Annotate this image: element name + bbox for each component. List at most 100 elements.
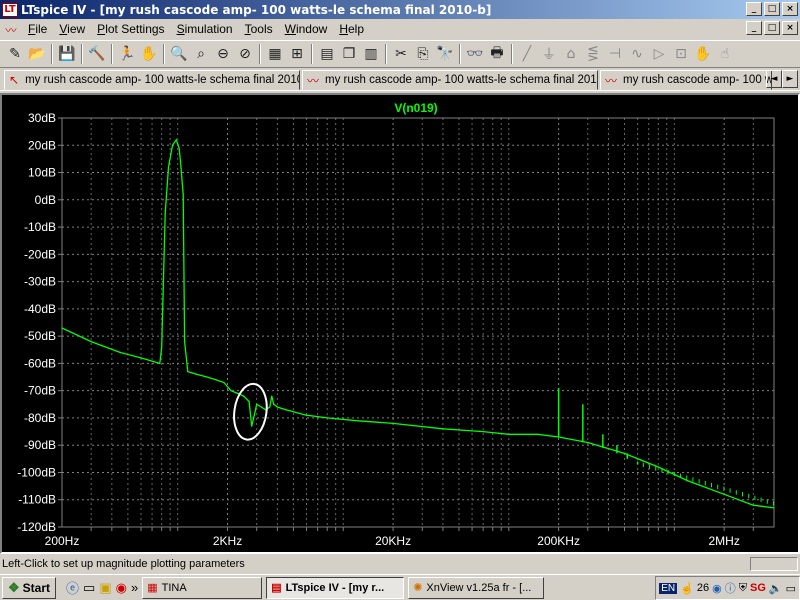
bode-plot[interactable]: 30dB 20dB 10dB 0dB -10dB -20dB -30dB -40dB -50dB…	[4, 97, 800, 554]
capacitor-icon[interactable]: ⊣	[604, 43, 626, 65]
open-icon[interactable]: 📂	[26, 43, 48, 65]
close-button[interactable]: ×	[782, 2, 798, 16]
doc-close-button[interactable]: ×	[782, 21, 798, 35]
trace-point	[206, 376, 208, 378]
trace-label-v-n019[interactable]: V(n019)	[394, 101, 437, 115]
minimize-button[interactable]: _	[746, 2, 762, 16]
print-icon[interactable]: 🖶	[486, 43, 508, 65]
tab-label: my rush cascode amp- 100 watts-le schema…	[25, 74, 300, 86]
trace-group	[61, 138, 775, 509]
resistor-icon[interactable]: ⋚	[582, 43, 604, 65]
new-schematic-icon[interactable]: ✎	[4, 43, 26, 65]
trace-point	[61, 327, 63, 329]
trace-point	[159, 362, 161, 364]
more-chevron-icon[interactable]: »	[131, 580, 138, 595]
print-preview-icon[interactable]: 👓	[464, 43, 486, 65]
taskbar-label: TINA	[161, 581, 187, 594]
zoom-in-icon[interactable]: 🔍	[168, 43, 190, 65]
tab-label: my rush cascode amp- 100 watts-le schema…	[325, 74, 598, 86]
control-panel-icon[interactable]: 🔨	[86, 43, 108, 65]
zoom-out-icon[interactable]: ⊖	[212, 43, 234, 65]
tab-schematic[interactable]: ↖ my rush cascode amp- 100 watts-le sche…	[4, 70, 300, 90]
menu-file[interactable]: File	[22, 22, 53, 36]
component-icon[interactable]: ⊡	[670, 43, 692, 65]
trace-point	[442, 428, 444, 430]
trace-point	[182, 193, 184, 195]
system-tray: EN ☝ 26 ◉ ⓘ ⛨ SG 🔈 ▭	[655, 576, 800, 600]
sg-indicator[interactable]: SG	[750, 582, 766, 594]
taskbar-ltspice[interactable]: ▤ LTspice IV - [my r...	[266, 576, 405, 599]
menu-simulation[interactable]: Simulation	[171, 22, 239, 36]
ltspice-app-icon[interactable]: LT	[2, 2, 18, 17]
media-icon[interactable]: ◉	[116, 580, 127, 596]
halt-icon[interactable]: ✋	[138, 43, 160, 65]
desktop-icon[interactable]: ▭	[83, 580, 95, 596]
menu-view[interactable]: View	[53, 22, 91, 36]
trace-point	[276, 406, 278, 408]
tile-vertical-icon[interactable]: ▥	[360, 43, 382, 65]
doc-restore-button[interactable]: □	[764, 21, 780, 35]
autorange-icon[interactable]: ▦	[264, 43, 286, 65]
trace-point	[723, 493, 725, 495]
zoom-full-icon[interactable]: ⊘	[234, 43, 256, 65]
info-icon[interactable]: ⓘ	[725, 580, 736, 596]
explorer-icon[interactable]: ▣	[99, 580, 111, 596]
zoom-extents-icon[interactable]: ⊞	[286, 43, 308, 65]
tab-waveform-2[interactable]: 〰 my rush cascode amp- 100 w	[600, 70, 772, 90]
hand-icon[interactable]: ☝	[680, 582, 694, 595]
label-icon[interactable]: ⌂	[560, 43, 582, 65]
drag-icon[interactable]: ☝	[714, 43, 736, 65]
start-button[interactable]: ❖ Start	[2, 576, 56, 599]
ie-icon[interactable]: ⓔ	[66, 578, 79, 597]
y-tick-label: -30dB	[24, 275, 56, 289]
y-tick-label: -20dB	[24, 247, 56, 261]
trace-point	[355, 420, 357, 422]
y-tick-label: -90dB	[24, 438, 56, 452]
zoom-box-icon[interactable]: ⌕	[190, 43, 212, 65]
waveform-doc-icon[interactable]: 〰	[3, 22, 19, 37]
wire-icon[interactable]: ╱	[516, 43, 538, 65]
trace-point	[623, 452, 626, 454]
toolbar: ✎ 📂 💾 🔨 🏃 ✋ 🔍 ⌕ ⊖ ⊘ ▦ ⊞ ▤ ❐ ▥ ✂ ⎘ 🔭 👓 🖶 …	[0, 40, 800, 68]
menu-tools[interactable]: Tools	[239, 22, 279, 36]
taskbar-xnview[interactable]: ✺ XnView v1.25a fr - [...	[408, 576, 545, 599]
trace-point	[183, 340, 186, 343]
trace-point	[164, 212, 166, 215]
tab-waveform-1[interactable]: 〰 my rush cascode amp- 100 watts-le sche…	[302, 70, 598, 90]
menu-window[interactable]: Window	[279, 22, 334, 36]
trace-point	[167, 166, 170, 168]
waveform-viewer[interactable]: 30dB 20dB 10dB 0dB -10dB -20dB -30dB -40dB -50dB…	[0, 93, 800, 554]
taskbar-tina[interactable]: ▦ TINA	[142, 576, 263, 599]
trace-point	[140, 357, 142, 359]
copy-icon[interactable]: ⎘	[412, 43, 434, 65]
maximize-button[interactable]: □	[764, 2, 780, 16]
y-tick-label: 10dB	[28, 166, 56, 180]
menu-help[interactable]: Help	[333, 22, 370, 36]
network-icon[interactable]: ◉	[712, 582, 722, 595]
y-tick-label: 30dB	[28, 111, 56, 125]
tray-count[interactable]: 26	[697, 582, 709, 594]
cascade-icon[interactable]: ❐	[338, 43, 360, 65]
volume-icon[interactable]: 🔈	[769, 582, 783, 595]
run-icon[interactable]: 🏃	[116, 43, 138, 65]
save-icon[interactable]: 💾	[56, 43, 78, 65]
cut-icon[interactable]: ✂	[390, 43, 412, 65]
title-bar[interactable]: LT LTspice IV - [my rush cascode amp- 10…	[0, 0, 800, 19]
inductor-icon[interactable]: ∿	[626, 43, 648, 65]
waveform-icon: 〰	[307, 73, 320, 88]
find-icon[interactable]: 🔭	[434, 43, 456, 65]
tile-horizontal-icon[interactable]: ▤	[316, 43, 338, 65]
tab-scroll-left-icon[interactable]: ◄	[766, 70, 782, 88]
tab-scroll-right-icon[interactable]: ►	[782, 70, 798, 88]
quick-launch: ⓔ ▭ ▣ ◉ »	[66, 578, 138, 597]
language-indicator[interactable]: EN	[659, 582, 678, 594]
shield-icon[interactable]: ⛨	[739, 582, 747, 595]
menu-plot-settings[interactable]: Plot Settings	[91, 22, 170, 36]
display-icon[interactable]: ▭	[786, 582, 796, 595]
doc-minimize-button[interactable]: _	[746, 21, 762, 35]
y-axis-labels: 30dB 20dB 10dB 0dB -10dB -20dB -30dB -40dB -50dB…	[17, 111, 56, 534]
trace-point	[175, 139, 177, 141]
ground-icon[interactable]: ⏚	[538, 43, 560, 65]
diode-icon[interactable]: ▷	[648, 43, 670, 65]
move-icon[interactable]: ✋	[692, 43, 714, 65]
